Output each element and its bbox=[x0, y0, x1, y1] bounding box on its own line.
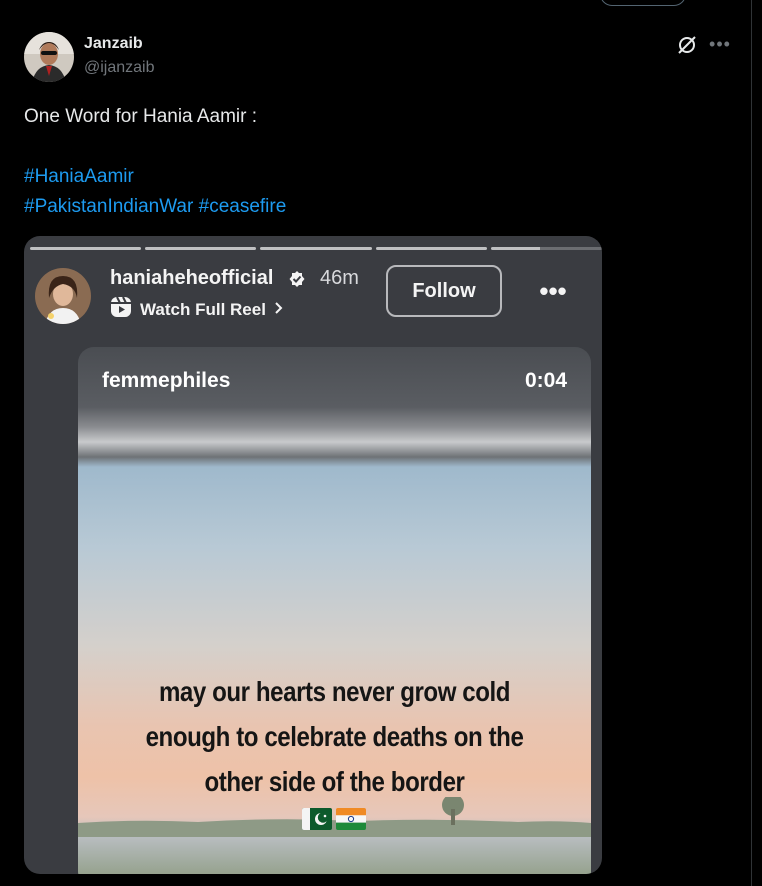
watch-full-reel-label: Watch Full Reel bbox=[140, 299, 266, 319]
watch-full-reel-link[interactable]: Watch Full Reel bbox=[110, 296, 284, 323]
progress-segment bbox=[260, 247, 372, 250]
post-media[interactable]: haniaheheofficial 46m Watch Full Reel Fo… bbox=[24, 236, 602, 874]
author-handle[interactable]: @ijanzaib bbox=[84, 59, 155, 77]
hashtag-haniaaamir[interactable]: #HaniaAamir bbox=[24, 166, 134, 187]
story-username[interactable]: haniaheheofficial bbox=[110, 267, 273, 290]
story-avatar[interactable] bbox=[35, 268, 91, 324]
reel-video[interactable]: femmephiles 0:04 may our hearts never gr… bbox=[78, 347, 591, 874]
verified-badge-icon bbox=[288, 270, 306, 288]
timeline-border bbox=[751, 0, 752, 886]
pakistan-flag-icon bbox=[302, 808, 332, 830]
flags bbox=[302, 808, 366, 830]
author-name[interactable]: Janzaib bbox=[84, 35, 143, 53]
story-more-icon[interactable]: ••• bbox=[536, 276, 570, 306]
hashtag-pakistanindianwar[interactable]: #PakistanIndianWar bbox=[24, 196, 193, 217]
progress-segment bbox=[30, 247, 142, 250]
progress-segment bbox=[145, 247, 257, 250]
story-time: 46m bbox=[320, 267, 359, 289]
avatar[interactable] bbox=[24, 32, 74, 82]
hashtag-ceasefire[interactable]: #ceasefire bbox=[199, 196, 287, 217]
story-progress bbox=[30, 247, 602, 250]
post-text: One Word for Hania Aamir : #HaniaAamir #… bbox=[24, 102, 286, 222]
post-body: One Word for Hania Aamir : bbox=[24, 106, 258, 127]
video-timestamp: 0:04 bbox=[524, 369, 567, 392]
video-caption: may our hearts never grow cold enough to… bbox=[114, 669, 555, 804]
grok-icon[interactable] bbox=[676, 34, 698, 56]
follow-button[interactable]: Follow bbox=[386, 265, 502, 317]
more-icon[interactable]: ••• bbox=[708, 34, 732, 54]
caption-line: enough to celebrate deaths on the bbox=[145, 721, 524, 752]
video-source-user: femmephiles bbox=[102, 369, 231, 392]
progress-segment bbox=[375, 247, 487, 250]
progress-segment-current bbox=[490, 247, 602, 250]
caption-line: may our hearts never grow cold bbox=[158, 676, 511, 707]
top-button[interactable] bbox=[600, 0, 686, 6]
caption-line: other side of the border bbox=[204, 766, 465, 797]
india-flag-icon bbox=[336, 808, 366, 830]
chevron-right-icon bbox=[274, 300, 284, 320]
reel-icon bbox=[110, 296, 132, 323]
